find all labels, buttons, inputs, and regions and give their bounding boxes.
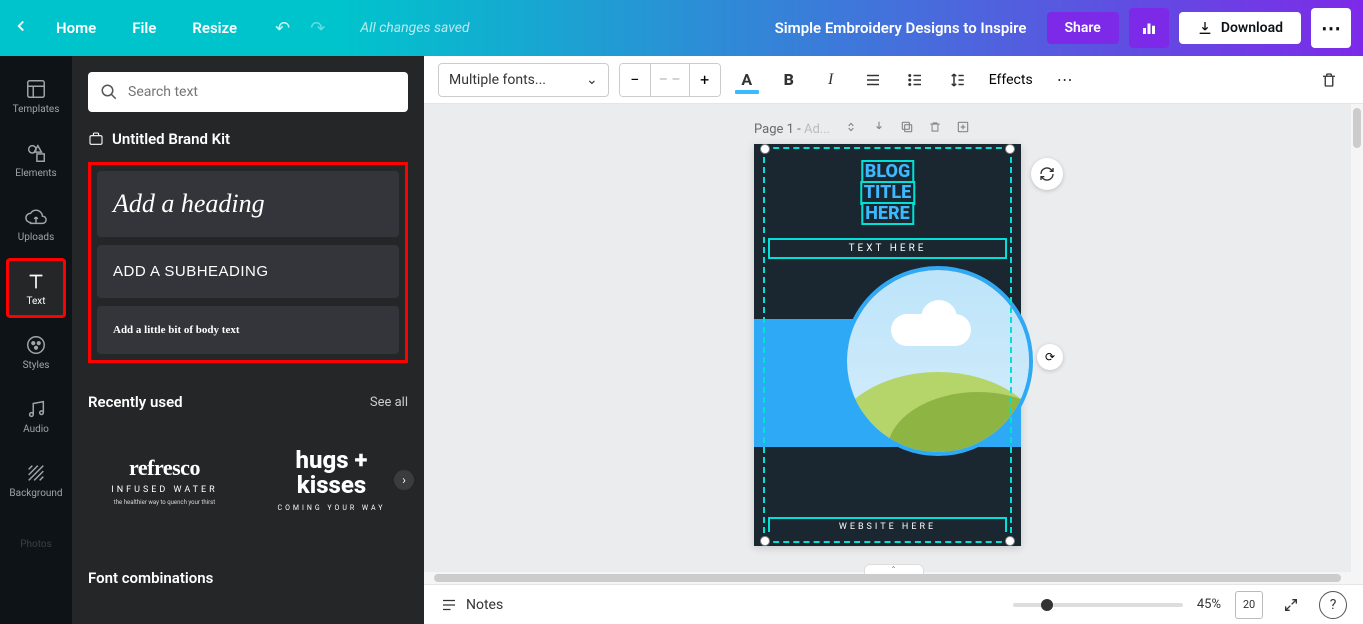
recent-items-row: refresco INFUSED WATER the healthier way… xyxy=(88,425,408,535)
download-button[interactable]: Download xyxy=(1179,12,1301,44)
page-lock-icon[interactable] xyxy=(872,120,886,138)
document-title[interactable]: Simple Embroidery Designs to Inspire xyxy=(775,19,1027,37)
rail-background[interactable]: Background xyxy=(6,450,66,510)
top-bar: Home File Resize ↶ ↷ All changes saved S… xyxy=(0,0,1363,56)
color-swatch xyxy=(735,90,759,94)
download-label: Download xyxy=(1221,20,1283,36)
redo-button[interactable]: ↷ xyxy=(310,18,325,39)
home-button[interactable]: Home xyxy=(56,19,96,37)
page-thumbnails-toggle[interactable]: ⌃ xyxy=(864,564,924,574)
search-icon xyxy=(100,83,118,101)
rail-uploads[interactable]: Uploads xyxy=(6,194,66,254)
recent-next-button[interactable]: › xyxy=(394,470,414,490)
resize-handle-tl[interactable] xyxy=(760,144,770,154)
brand-kit-icon xyxy=(88,131,104,147)
delete-button[interactable] xyxy=(1313,64,1345,96)
vertical-scrollbar[interactable] xyxy=(1351,104,1363,572)
rail-elements[interactable]: Elements xyxy=(6,130,66,190)
add-subheading-button[interactable]: ADD A SUBHEADING xyxy=(97,245,399,298)
share-button[interactable]: Share xyxy=(1047,12,1119,44)
text-color-button[interactable]: A xyxy=(731,64,763,96)
rail-text[interactable]: Text xyxy=(6,258,66,318)
brand-kit-label: Untitled Brand Kit xyxy=(112,130,230,148)
see-all-link[interactable]: See all xyxy=(370,395,408,410)
page-header: Page 1 - Ad... xyxy=(754,120,970,138)
undo-redo-group: ↶ ↷ xyxy=(275,18,325,39)
notes-button[interactable]: Notes xyxy=(440,596,503,614)
more-tools-button[interactable]: ⋯ xyxy=(1049,64,1081,96)
footer-bar: Notes 45% 20 ? xyxy=(424,584,1363,624)
recently-used-title: Recently used xyxy=(88,393,183,411)
grid-view-button[interactable]: 20 xyxy=(1235,591,1263,619)
recently-used-header: Recently used See all xyxy=(88,393,408,411)
font-combinations-title: Font combinations xyxy=(88,569,213,587)
page-delete-icon[interactable] xyxy=(928,120,942,138)
font-size-value[interactable]: – – xyxy=(650,64,690,96)
regenerate-button[interactable] xyxy=(1031,158,1063,190)
add-heading-button[interactable]: Add a heading xyxy=(97,171,399,237)
page-label[interactable]: Page 1 - Ad... xyxy=(754,122,830,137)
chevron-down-icon: ⌄ xyxy=(586,72,598,88)
search-box[interactable] xyxy=(88,72,408,112)
add-body-text-button[interactable]: Add a little bit of body text xyxy=(97,306,399,354)
resize-button[interactable]: Resize xyxy=(192,19,237,37)
main-area: Templates Elements Uploads Text Styles A… xyxy=(0,56,1363,624)
insights-button[interactable] xyxy=(1129,8,1169,48)
alignment-button[interactable] xyxy=(857,64,889,96)
resize-handle-tr[interactable] xyxy=(1005,144,1015,154)
rail-styles[interactable]: Styles xyxy=(6,322,66,382)
zoom-slider-thumb[interactable] xyxy=(1041,599,1053,611)
search-input[interactable] xyxy=(128,84,396,100)
recent-template-hugs[interactable]: hugs + kisses COMING YOUR WAY xyxy=(255,425,408,535)
more-menu-button[interactable]: ⋯ xyxy=(1311,8,1351,48)
zoom-value[interactable]: 45% xyxy=(1197,597,1221,612)
page-add-icon[interactable] xyxy=(956,120,970,138)
page-up-down-icon[interactable] xyxy=(844,120,858,138)
fullscreen-button[interactable] xyxy=(1277,591,1305,619)
font-combinations-header: Font combinations xyxy=(88,569,408,587)
bold-button[interactable]: B xyxy=(773,64,805,96)
cycle-button[interactable]: ⟳ xyxy=(1037,344,1063,370)
rail-photos[interactable]: Photos xyxy=(6,514,66,574)
font-size-decrease[interactable]: − xyxy=(620,64,650,96)
help-button[interactable]: ? xyxy=(1319,591,1347,619)
brand-kit-row[interactable]: Untitled Brand Kit xyxy=(88,130,408,148)
resize-handle-bl[interactable] xyxy=(760,536,770,546)
save-status: All changes saved xyxy=(360,20,469,36)
font-size-increase[interactable]: + xyxy=(690,64,720,96)
zoom-slider[interactable] xyxy=(1013,603,1183,607)
rail-templates[interactable]: Templates xyxy=(6,66,66,126)
context-toolbar: Multiple fonts... ⌄ − – – + A B I xyxy=(424,56,1363,104)
resize-handle-br[interactable] xyxy=(1005,536,1015,546)
back-icon[interactable] xyxy=(12,17,30,39)
spacing-button[interactable] xyxy=(941,64,973,96)
italic-button[interactable]: I xyxy=(815,64,847,96)
font-family-select[interactable]: Multiple fonts... ⌄ xyxy=(438,63,609,97)
list-button[interactable] xyxy=(899,64,931,96)
undo-button[interactable]: ↶ xyxy=(275,18,290,39)
effects-button[interactable]: Effects xyxy=(983,72,1039,88)
font-size-group: − – – + xyxy=(619,63,721,97)
recent-template-refresco[interactable]: refresco INFUSED WATER the healthier way… xyxy=(88,425,241,535)
rail-audio[interactable]: Audio xyxy=(6,386,66,446)
text-options-group: Add a heading ADD A SUBHEADING Add a lit… xyxy=(88,162,408,363)
canvas-zone: Multiple fonts... ⌄ − – – + A B I xyxy=(424,56,1363,624)
page-duplicate-icon[interactable] xyxy=(900,120,914,138)
file-menu[interactable]: File xyxy=(132,19,156,37)
stage-scroll[interactable]: Page 1 - Ad... xyxy=(424,104,1351,572)
text-panel: Untitled Brand Kit Add a heading ADD A S… xyxy=(72,56,424,624)
design-canvas[interactable]: BLOG TITLE HERE TEXT HERE WEBSITE HERE xyxy=(754,144,1021,546)
selection-box[interactable] xyxy=(763,147,1012,543)
side-rail: Templates Elements Uploads Text Styles A… xyxy=(0,56,72,624)
stage[interactable]: Page 1 - Ad... xyxy=(424,104,1363,584)
